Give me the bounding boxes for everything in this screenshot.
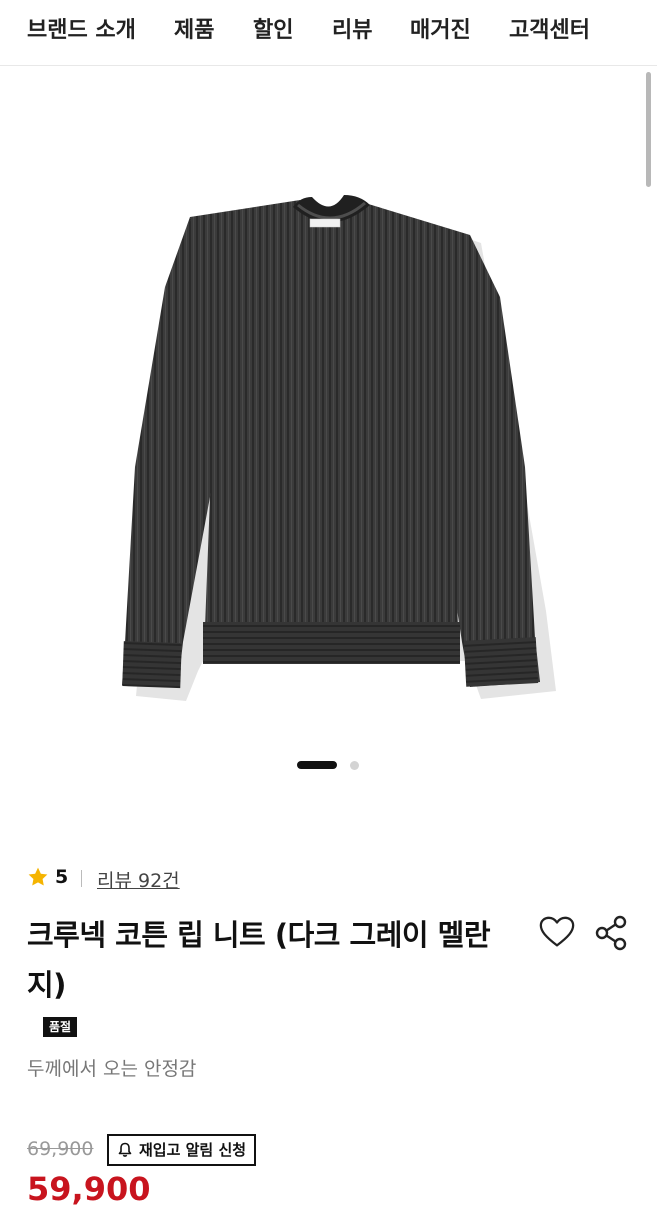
original-price: 69,900 [27,1138,94,1160]
nav-brand[interactable]: 브랜드 소개 [27,12,136,44]
nav-reviews[interactable]: 리뷰 [332,12,372,44]
sale-price: 59,900 [27,1170,151,1208]
rating-value: 5 [55,866,69,888]
soldout-badge: 품절 [43,1017,78,1037]
nav-sale[interactable]: 할인 [253,12,293,44]
share-icon[interactable] [594,914,628,952]
nav-magazine[interactable]: 매거진 [410,12,471,44]
star-icon [28,867,48,886]
bell-icon [118,1142,132,1157]
top-nav: 브랜드 소개 제품 할인 리뷰 매거진 고객센터 [0,0,657,66]
gallery-dot-active[interactable] [297,761,337,769]
gallery-indicator [0,761,657,771]
divider [81,870,82,887]
nav-customer-center[interactable]: 고객센터 [509,12,590,44]
product-subtitle: 두께에서 오는 안정감 [27,1058,197,1080]
nav-products[interactable]: 제품 [174,12,214,44]
heart-icon[interactable] [538,914,576,952]
restock-alert-button[interactable]: 재입고 알림 신청 [107,1134,257,1166]
product-title: 크루넥 코튼 립 니트 (다크 그레이 멜란지) [27,918,491,1002]
restock-alert-label: 재입고 알림 신청 [139,1141,247,1159]
gallery-dot[interactable] [350,761,359,770]
sweater-image [122,195,556,701]
review-count-link[interactable]: 리뷰 92건 [97,866,180,893]
product-image[interactable] [0,67,657,797]
